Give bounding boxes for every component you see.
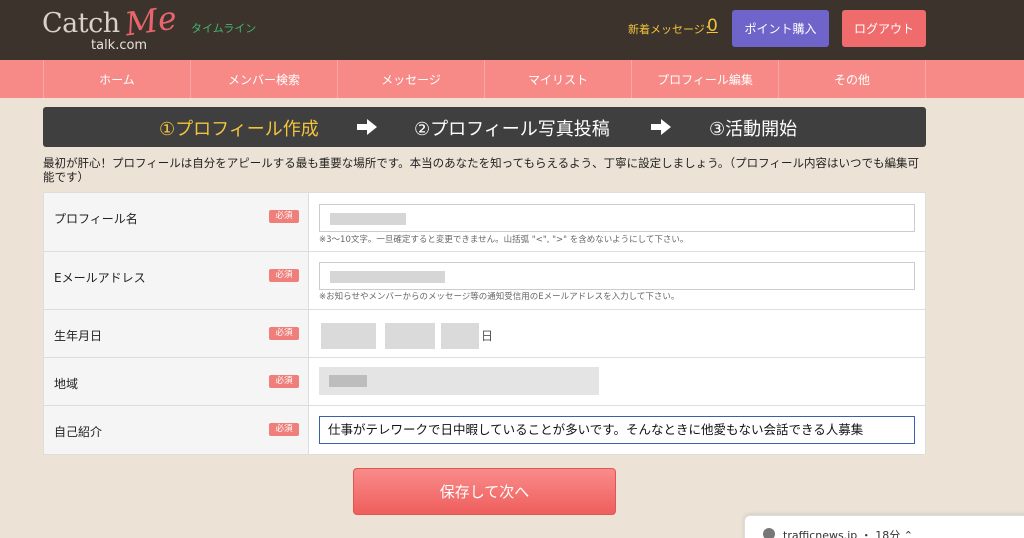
step-photo-upload: ②プロフィール写真投稿 [414, 119, 610, 140]
timeline-link[interactable]: タイムライン [191, 20, 256, 36]
blurred-value [329, 375, 367, 387]
nav-item-home[interactable]: ホーム [44, 60, 191, 98]
intro-text: 最初が肝心！プロフィールは自分をアピールする最も重要な場所です。本当のあなたを知… [43, 156, 919, 184]
save-next-button[interactable]: 保存して次へ [353, 468, 616, 515]
step-profile-create: ①プロフィール作成 [159, 119, 319, 140]
notification-pill[interactable]: trafficnews.jp ・ 18分 ⌃ [744, 515, 1024, 538]
birth-day-select[interactable] [441, 323, 479, 349]
required-badge: 必須 [269, 210, 299, 223]
logo-me-text: Me [122, 0, 180, 44]
row-birthdate: 生年月日 必須 日 [44, 310, 925, 358]
self-intro-input[interactable]: 仕事がテレワークで日中暇していることが多いです。そんなときに他愛もない会話できる… [319, 416, 915, 444]
region-select[interactable] [319, 367, 599, 395]
nav-item-messages[interactable]: メッセージ [338, 60, 485, 98]
profile-form: プロフィール名 必須 ※3〜10文字。一旦確定すると変更できません。山括弧 "<… [43, 192, 926, 455]
nav-item-profile-edit[interactable]: プロフィール編集 [632, 60, 779, 98]
profile-name-hint: ※3〜10文字。一旦確定すると変更できません。山括弧 "<", ">" を含めな… [319, 235, 689, 245]
self-intro-label: 自己紹介 [54, 425, 103, 439]
profile-name-label: プロフィール名 [54, 212, 138, 226]
region-label: 地域 [54, 377, 79, 391]
new-message-count[interactable]: 0 [707, 16, 718, 36]
arrow-right-icon [651, 119, 671, 135]
main-nav: ホーム メンバー検索 メッセージ マイリスト プロフィール編集 その他 [0, 60, 1024, 98]
blurred-value [330, 213, 406, 225]
logo-talk-text: talk.com [91, 38, 148, 53]
required-badge: 必須 [269, 269, 299, 282]
required-badge: 必須 [269, 327, 299, 340]
progress-steps: ①プロフィール作成 ②プロフィール写真投稿 ③活動開始 [43, 107, 926, 147]
required-badge: 必須 [269, 423, 299, 436]
nav-item-mylist[interactable]: マイリスト [485, 60, 632, 98]
profile-name-input[interactable] [319, 204, 915, 232]
row-profile-name: プロフィール名 必須 ※3〜10文字。一旦確定すると変更できません。山括弧 "<… [44, 193, 925, 252]
row-self-intro: 自己紹介 必須 仕事がテレワークで日中暇していることが多いです。そんなときに他愛… [44, 406, 925, 454]
new-message-label: 新着メッセージ： [628, 23, 716, 36]
required-badge: 必須 [269, 375, 299, 388]
birthdate-label: 生年月日 [54, 329, 103, 343]
nav-item-other[interactable]: その他 [779, 60, 926, 98]
email-input[interactable] [319, 262, 915, 290]
notification-text: trafficnews.jp ・ 18分 ⌃ [783, 529, 913, 538]
nav-item-member-search[interactable]: メンバー検索 [191, 60, 338, 98]
buy-points-button[interactable]: ポイント購入 [732, 10, 829, 47]
logout-button[interactable]: ログアウト [842, 10, 926, 47]
row-email: Eメールアドレス 必須 ※お知らせやメンバーからのメッセージ等の通知受信用のEメ… [44, 252, 925, 310]
arrow-right-icon [357, 119, 377, 135]
logo-catch-text: Catch [42, 8, 120, 39]
site-icon [763, 528, 775, 538]
birth-year-select[interactable] [321, 323, 376, 349]
birth-month-select[interactable] [385, 323, 435, 349]
birth-day-suffix: 日 [481, 329, 494, 343]
email-hint: ※お知らせやメンバーからのメッセージ等の通知受信用のEメールアドレスを入力して下… [319, 292, 680, 302]
email-label: Eメールアドレス [54, 271, 146, 285]
top-header: Catch Me talk.com タイムライン 新着メッセージ： 0 ポイント… [0, 0, 1024, 60]
row-region: 地域 必須 [44, 358, 925, 406]
step-start-activity: ③活動開始 [709, 119, 798, 140]
blurred-value [330, 271, 445, 283]
site-logo[interactable]: Catch Me talk.com [42, 0, 179, 54]
